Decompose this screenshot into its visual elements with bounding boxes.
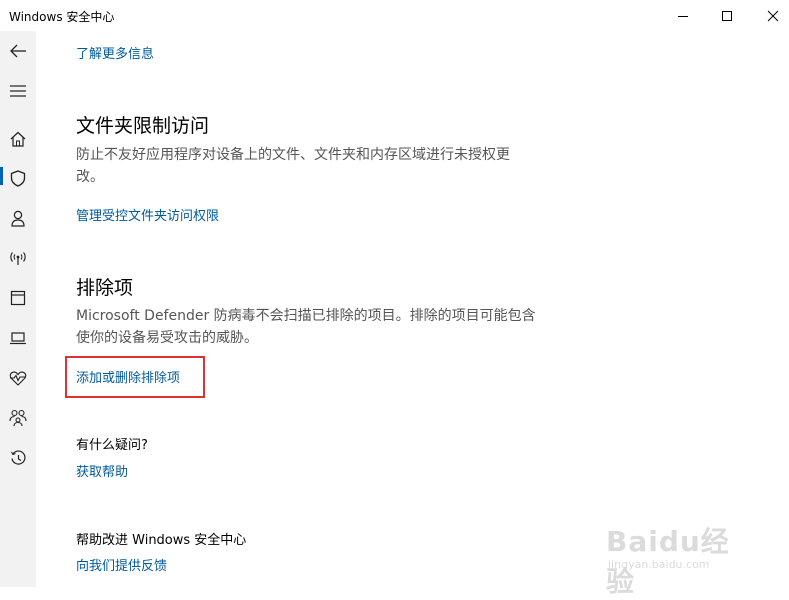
learn-more-link[interactable]: 了解更多信息 [76,43,154,62]
minimize-button[interactable] [660,0,706,31]
sidebar [0,31,36,587]
exclusions-description: Microsoft Defender 防病毒不会扫描已排除的项目。排除的项目可能… [76,305,561,349]
sidebar-item-home[interactable] [0,121,36,157]
antenna-icon [10,252,26,265]
manage-cfa-link[interactable]: 管理受控文件夹访问权限 [76,205,219,224]
hamburger-icon [10,85,26,97]
watermark: Baidu经验 jingyan.baidu.com [606,520,756,598]
window-title: Windows 安全中心 [9,10,115,24]
exclusions-description-line-2: 使你的设备易受攻击的威胁。 [76,330,258,346]
heart-pulse-icon [9,371,27,386]
close-icon [767,10,779,21]
laptop-icon [10,332,26,345]
title-bar: Windows 安全中心 [0,0,789,31]
sidebar-item-firewall[interactable] [0,240,36,276]
watermark-url: jingyan.baidu.com [608,558,710,571]
person-icon [11,210,25,227]
cfa-description: 防止不友好应用程序对设备上的文件、文件夹和内存区域进行未授权更 改。 [76,144,561,188]
highlight-box [65,356,205,398]
sidebar-item-account-protection[interactable] [0,200,36,236]
home-icon [10,131,26,147]
improve-title: 帮助改进 Windows 安全中心 [76,533,247,548]
close-button[interactable] [750,0,789,31]
sidebar-item-device-security[interactable] [0,320,36,356]
give-feedback-link[interactable]: 向我们提供反馈 [76,555,167,574]
maximize-icon [722,10,732,21]
sidebar-item-app-browser-control[interactable] [0,280,36,316]
maximize-button[interactable] [704,0,750,31]
sidebar-item-virus-protection[interactable] [0,160,36,196]
get-help-link[interactable]: 获取帮助 [76,461,128,480]
shield-icon [10,169,26,187]
exclusions-description-line-1: Microsoft Defender 防病毒不会扫描已排除的项目。排除的项目可能… [76,308,536,324]
sidebar-item-family-options[interactable] [0,400,36,436]
back-arrow-icon [10,44,26,58]
exclusions-section-title: 排除项 [76,277,134,299]
minimize-icon [678,15,688,17]
cfa-description-line-1: 防止不友好应用程序对设备上的文件、文件夹和内存区域进行未授权更 [76,147,510,163]
cfa-description-line-2: 改。 [76,169,104,185]
family-icon [9,409,27,427]
cfa-section-title: 文件夹限制访问 [76,115,210,137]
sidebar-item-protection-history[interactable] [0,440,36,476]
history-icon [10,449,26,465]
back-button[interactable] [0,33,36,69]
sidebar-item-device-performance[interactable] [0,360,36,396]
menu-button[interactable] [0,73,36,109]
browser-window-icon [10,290,26,306]
questions-title: 有什么疑问? [76,438,148,453]
